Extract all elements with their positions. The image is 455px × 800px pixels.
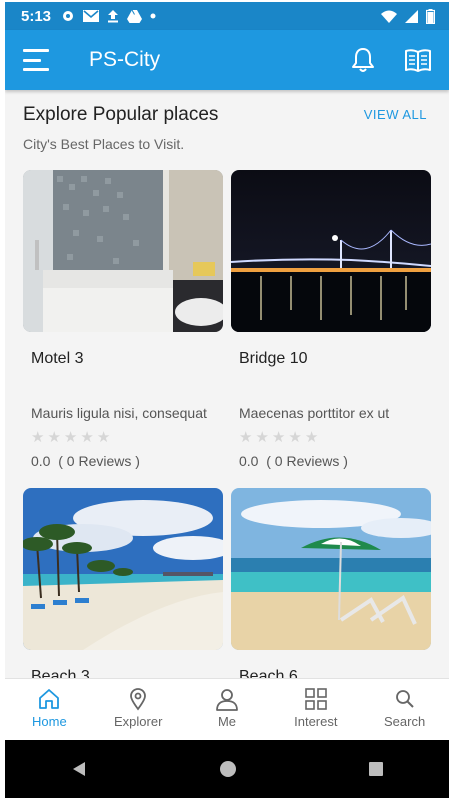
wifi-icon xyxy=(381,10,397,23)
gmail-icon xyxy=(83,10,100,22)
bridge-night-photo xyxy=(231,170,431,332)
home-icon xyxy=(39,689,60,709)
review-count: ( 0 Reviews ) xyxy=(58,453,140,469)
bell-icon[interactable] xyxy=(351,47,375,73)
star-icon: ★ xyxy=(271,429,286,446)
place-card[interactable]: Bridge 10 Maecenas porttitor ex ut ★ ★ ★… xyxy=(231,170,431,469)
app-title: PS-City xyxy=(89,48,161,71)
rating-text: 0.0 ( 0 Reviews ) xyxy=(31,453,140,469)
nav-home[interactable]: Home xyxy=(5,679,94,741)
bottom-navigation: Home Explorer Me Interest Search xyxy=(5,678,449,741)
upload-icon xyxy=(108,10,119,23)
dot-icon xyxy=(150,13,156,19)
bathroom-photo xyxy=(23,170,223,332)
nav-me[interactable]: Me xyxy=(183,679,272,741)
place-name: Bridge 10 xyxy=(239,350,308,367)
drive-icon xyxy=(127,9,143,23)
rating-text: 0.0 ( 0 Reviews ) xyxy=(239,453,348,469)
star-icon: ★ xyxy=(80,429,94,446)
nav-interest-label: Interest xyxy=(294,714,338,729)
star-icon: ★ xyxy=(255,429,269,446)
rating-stars: ★ ★ ★ ★ ★ xyxy=(31,430,110,446)
place-card[interactable]: Beach 6 xyxy=(231,488,431,678)
palm-beach-photo xyxy=(23,488,223,650)
person-icon xyxy=(216,689,238,711)
place-description: Mauris ligula nisi, consequat xyxy=(31,405,207,421)
star-icon: ★ xyxy=(47,429,61,446)
rating-value: 0.0 xyxy=(31,453,51,469)
place-description: Maecenas porttitor ex ut xyxy=(239,405,390,421)
star-icon: ★ xyxy=(31,429,45,446)
book-icon[interactable] xyxy=(405,48,431,72)
section-subtitle: City's Best Places to Visit. xyxy=(23,136,185,152)
place-name: Motel 3 xyxy=(31,350,84,367)
search-icon xyxy=(395,690,414,708)
phone-screen: 5:13 PS-City Explore Popular places VIEW… xyxy=(5,2,449,798)
app-bar: PS-City xyxy=(5,30,449,90)
location-pin-icon xyxy=(130,688,147,711)
beach-umbrella-photo xyxy=(231,488,431,650)
nav-explorer[interactable]: Explorer xyxy=(94,679,183,741)
recents-icon[interactable] xyxy=(368,761,384,777)
nav-home-label: Home xyxy=(32,714,67,729)
battery-icon xyxy=(426,8,435,24)
star-icon: ★ xyxy=(288,429,302,446)
nav-me-label: Me xyxy=(217,714,237,729)
back-icon[interactable] xyxy=(70,760,88,778)
star-icon: ★ xyxy=(63,429,78,446)
place-name: Beach 6 xyxy=(239,668,298,678)
nav-search[interactable]: Search xyxy=(360,679,449,741)
place-card[interactable]: Motel 3 Mauris ligula nisi, consequat ★ … xyxy=(23,170,223,469)
rating-stars: ★ ★ ★ ★ ★ xyxy=(239,430,318,446)
star-icon: ★ xyxy=(96,429,111,446)
settings-icon xyxy=(63,11,74,21)
place-card[interactable]: Beach 3 xyxy=(23,488,223,678)
nav-interest[interactable]: Interest xyxy=(271,679,360,741)
place-name: Beach 3 xyxy=(31,668,90,678)
status-bar: 5:13 xyxy=(5,2,449,30)
main-content: Explore Popular places VIEW ALL City's B… xyxy=(5,90,449,678)
hamburger-menu-icon[interactable] xyxy=(23,49,49,71)
nav-explorer-label: Explorer xyxy=(113,714,163,729)
grid-icon xyxy=(304,688,327,710)
system-navigation-bar xyxy=(5,740,449,798)
section-header: Explore Popular places VIEW ALL City's B… xyxy=(5,90,449,170)
signal-icon xyxy=(405,9,418,23)
view-all-link[interactable]: VIEW ALL xyxy=(364,107,427,122)
section-title: Explore Popular places xyxy=(23,104,219,125)
star-icon: ★ xyxy=(239,429,253,446)
star-icon: ★ xyxy=(304,429,319,446)
review-count: ( 0 Reviews ) xyxy=(266,453,348,469)
status-time: 5:13 xyxy=(21,7,52,25)
rating-value: 0.0 xyxy=(239,453,259,469)
nav-search-label: Search xyxy=(383,714,426,729)
home-circle-icon[interactable] xyxy=(219,760,237,778)
